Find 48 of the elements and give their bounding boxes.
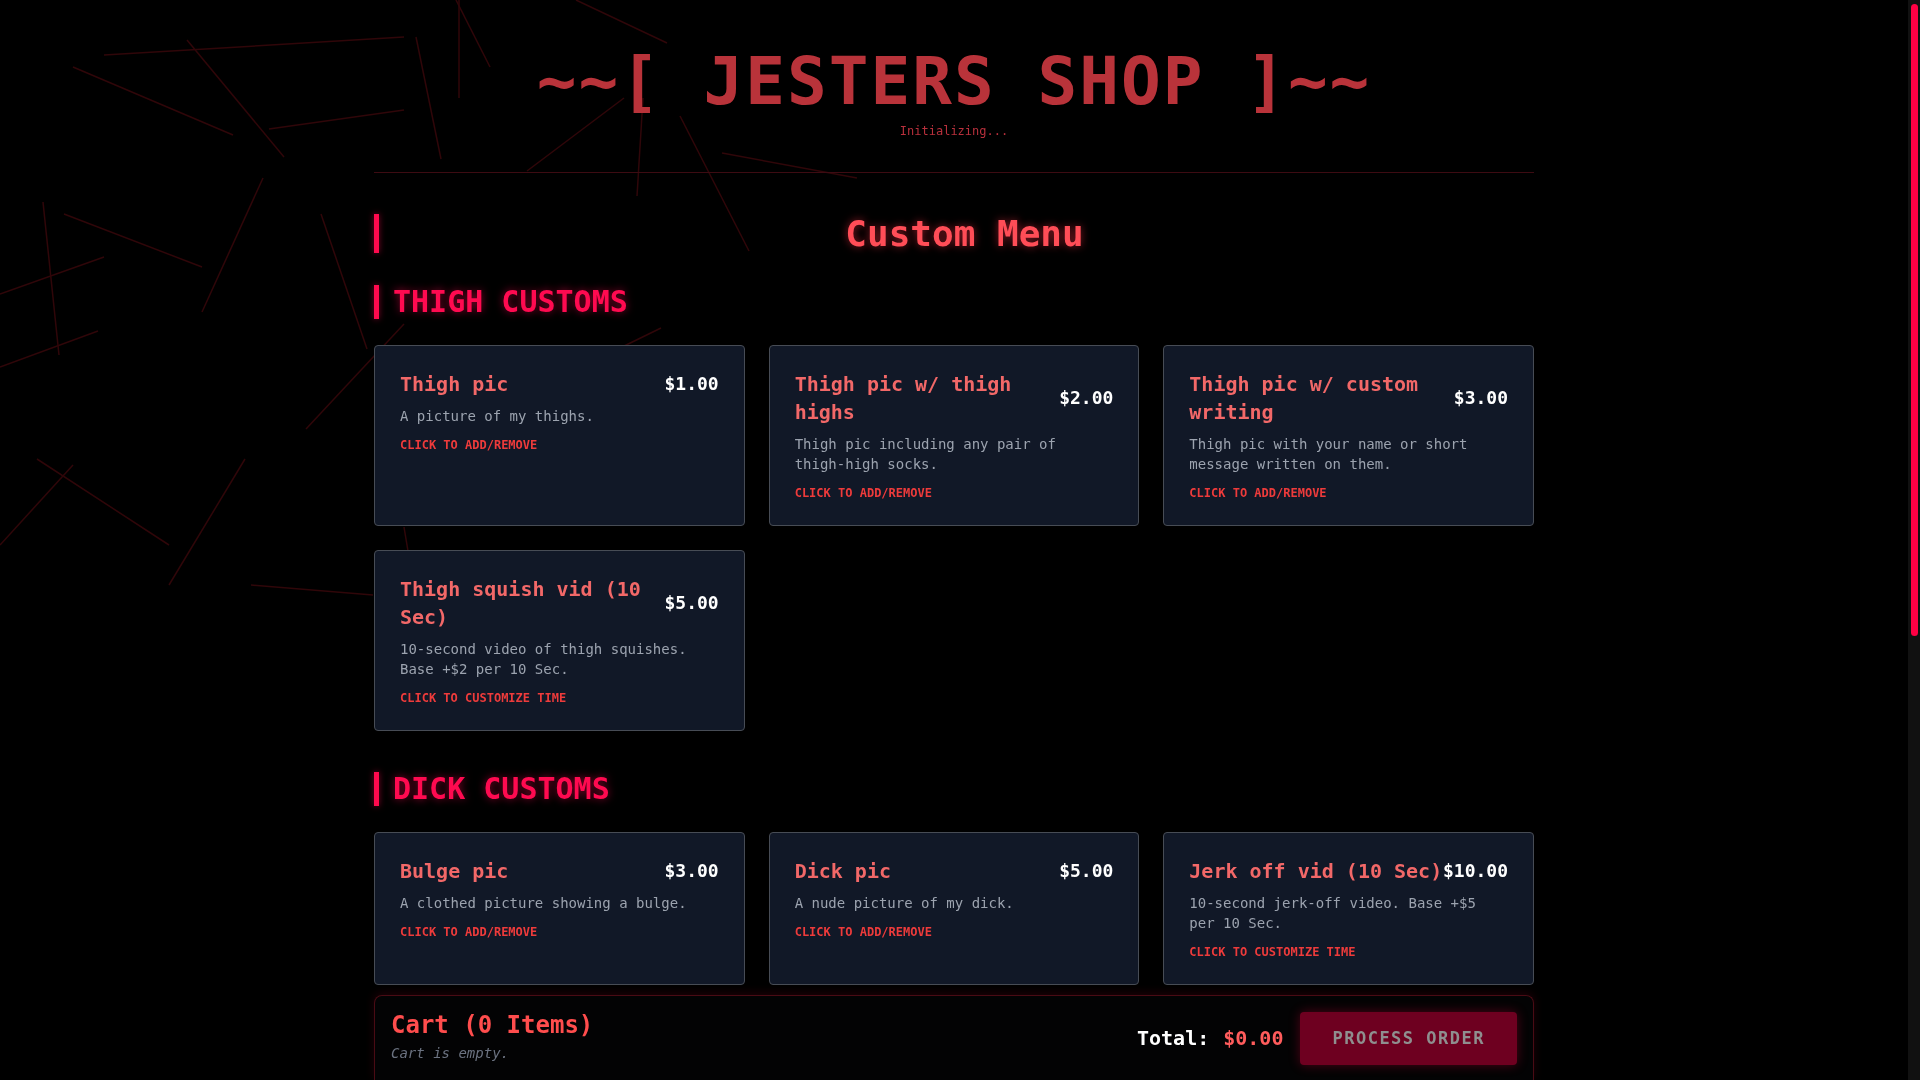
site-title: ~~[ JESTERS SHOP ]~~ (536, 42, 1372, 122)
status-text: Initializing... (899, 123, 1009, 139)
section-title: THIGH CUSTOMS (393, 285, 628, 319)
item-price: $5.00 (1059, 859, 1114, 883)
total-amount: $0.00 (1223, 1026, 1284, 1050)
item-description: A picture of my thighs. (400, 407, 594, 426)
cart-empty-message: Cart is empty. (391, 1044, 509, 1062)
menu-item-card[interactable]: Bulge pic $3.00 A clothed picture showing a bulge. CLICK TO ADD/REMOVE (374, 832, 745, 985)
item-description: A nude picture of my dick. (794, 894, 1014, 913)
item-price: $3.00 (1453, 386, 1508, 410)
menu-item-card[interactable]: Thigh pic $1.00 A picture of my thighs. CLICK TO ADD/REMOVE (374, 345, 745, 526)
action-hint: CLICK TO ADD/REMOVE (794, 486, 932, 501)
item-name: Thigh pic (400, 371, 509, 398)
menu-title: Custom Menu (845, 214, 1084, 253)
item-price: $5.00 (664, 591, 719, 615)
item-name: Thigh pic w/ thigh highs (794, 371, 1013, 426)
item-description: Thigh pic including any pair of thigh-high socks. (794, 435, 1057, 474)
item-description: 10-second jerk-off video. Base +$5 per 10 Sec. (1189, 894, 1477, 933)
item-name: Jerk off vid (10 Sec) (1189, 858, 1443, 885)
action-hint: CLICK TO ADD/REMOVE (400, 438, 538, 453)
item-price: $10.00 (1442, 859, 1508, 883)
item-description: Thigh pic with your name or short message written on them. (1189, 435, 1469, 474)
heading-accent-bar (374, 772, 379, 806)
action-hint: CLICK TO ADD/REMOVE (400, 925, 538, 940)
menu-item-card[interactable]: Jerk off vid (10 Sec)$10.00 10-second jerk-off video. Base +$5 per 10 Sec. CLICK TO CUSTOMIZE TIME (1163, 832, 1534, 985)
section-title: DICK CUSTOMS (393, 772, 610, 806)
menu-item-card[interactable]: Thigh squish vid (10 Sec) $5.00 10-second video of thigh squishes. Base +$2 per 10 Sec. CLICK TO CUSTOMIZE TIME (374, 550, 745, 731)
menu-item-card[interactable]: Thigh pic w/ thigh highs $2.00 Thigh pic including any pair of thigh-high socks. CLICK TO ADD/REMOVE (768, 345, 1140, 526)
action-hint: CLICK TO ADD/REMOVE (1189, 486, 1327, 501)
item-price: $2.00 (1059, 386, 1114, 410)
item-name: Bulge pic (400, 858, 509, 885)
menu-item-card[interactable]: Thigh pic w/ custom writing $3.00 Thigh pic with your name or short message written on them. CLICK TO ADD/REMOVE (1163, 345, 1534, 526)
action-hint: CLICK TO CUSTOMIZE TIME (400, 691, 567, 706)
item-description: A clothed picture showing a bulge. (400, 894, 687, 913)
heading-accent-bar (374, 214, 379, 253)
item-name: Thigh pic w/ custom writing (1189, 371, 1420, 426)
item-price: $3.00 (664, 859, 719, 883)
item-description: 10-second video of thigh squishes. Base +$2 per 10 Sec. (400, 640, 688, 679)
total-label: Total: (1136, 1026, 1210, 1050)
item-price: $1.00 (664, 372, 719, 396)
action-hint: CLICK TO CUSTOMIZE TIME (1189, 945, 1356, 960)
item-name: Dick pic (794, 858, 891, 885)
menu-item-card[interactable]: Dick pic $5.00 A nude picture of my dick. CLICK TO ADD/REMOVE (768, 832, 1140, 985)
action-hint: CLICK TO ADD/REMOVE (794, 925, 932, 940)
cart-title: Cart (0 Items) (391, 1010, 594, 1040)
scrollbar-thumb[interactable] (1911, 4, 1918, 636)
item-name: Thigh squish vid (10 Sec) (400, 576, 642, 631)
heading-accent-bar (374, 285, 379, 319)
